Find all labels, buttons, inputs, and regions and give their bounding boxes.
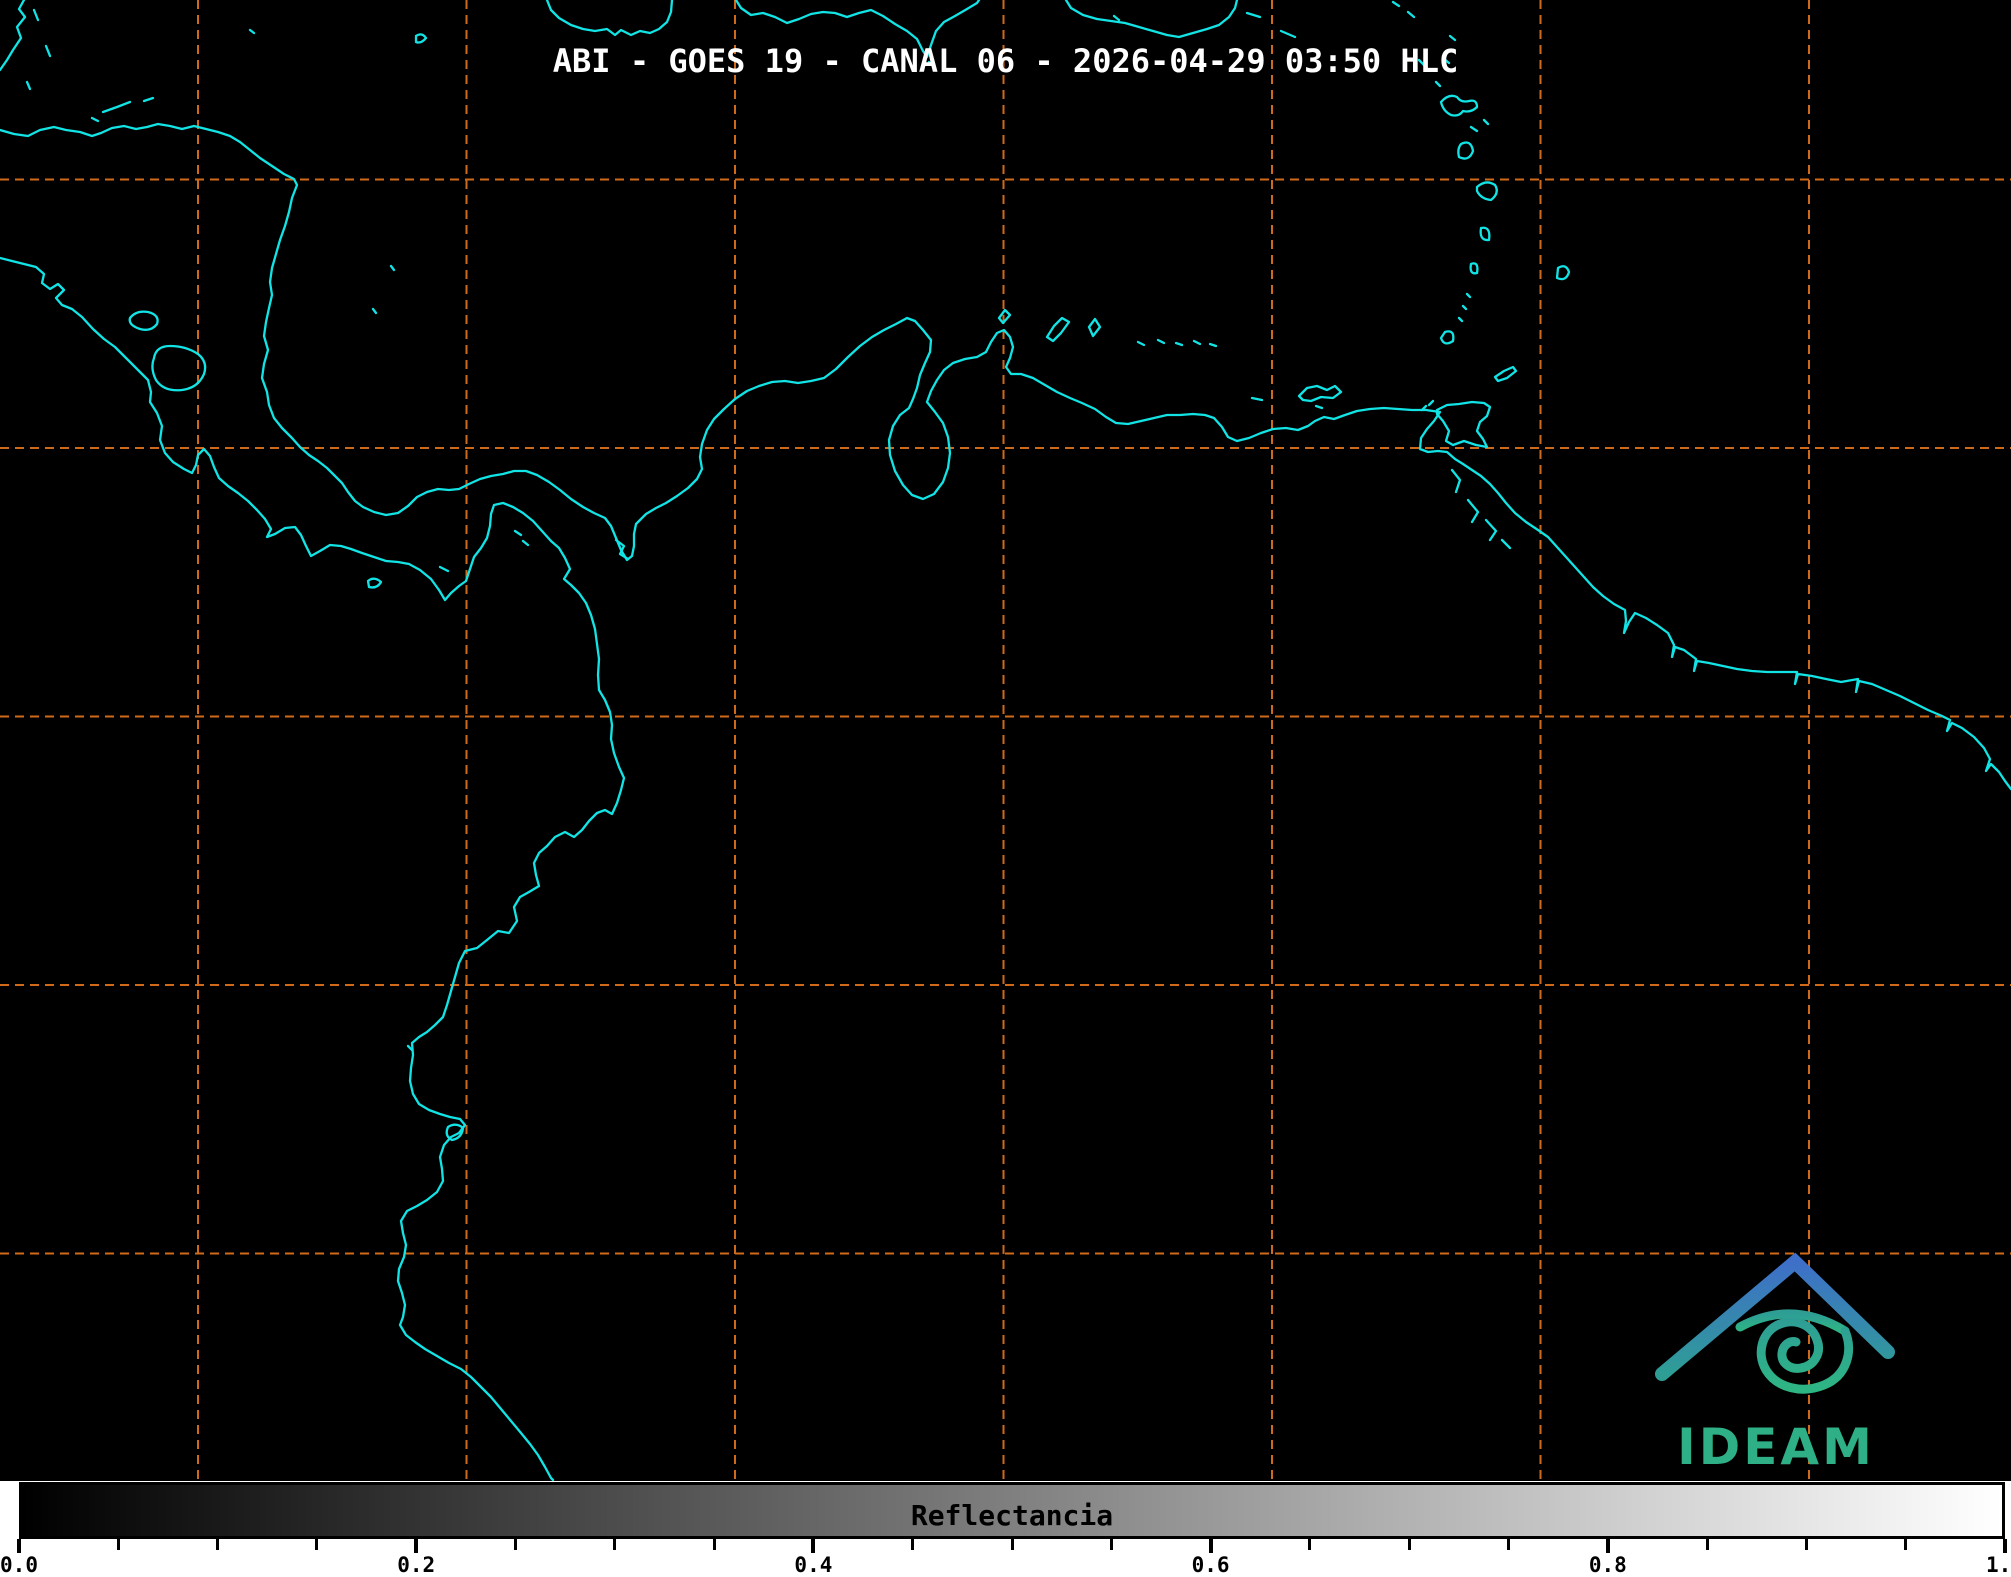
colorbar-label: Reflectancia xyxy=(910,1499,1114,1532)
colorbar-minor-tick xyxy=(1507,1539,1510,1550)
colorbar-zone: Reflectancia 0.0 0.2 0.4 0.6 0.8 1.0 xyxy=(0,1481,2011,1577)
map-area: ABI - GOES 19 - CANAL 06 - 2026-04-29 03… xyxy=(0,0,2011,1481)
coastline-orinoco-delta xyxy=(1450,468,1512,550)
colorbar-major-tick xyxy=(1605,1539,1610,1553)
colorbar-tick-label: 0.2 xyxy=(397,1553,436,1577)
coastline-pacific-coast xyxy=(0,256,626,1481)
colorbar-major-tick xyxy=(17,1539,21,1553)
colorbar-minor-tick xyxy=(712,1539,716,1550)
ideam-logo: IDEAM xyxy=(1655,1252,1895,1475)
colorbar-tick-label: 0.6 xyxy=(1191,1553,1230,1577)
colorbar-major-tick xyxy=(811,1539,816,1553)
satellite-product-figure: ABI - GOES 19 - CANAL 06 - 2026-04-29 03… xyxy=(0,0,2011,1577)
colorbar-major-tick xyxy=(1208,1539,1213,1553)
colorbar-tick-label: 0.8 xyxy=(1588,1553,1627,1577)
coastline-puerto-rico xyxy=(1064,0,1297,39)
colorbar-minor-tick xyxy=(613,1539,617,1550)
coastline-tobago xyxy=(1493,365,1518,383)
colorbar-gradient: Reflectancia xyxy=(19,1482,2005,1539)
coastline-bay-islands xyxy=(90,96,155,123)
coastline-jamaica xyxy=(545,0,674,37)
colorbar-tick-label: 1.0 xyxy=(1986,1553,2011,1577)
colorbar-minor-tick xyxy=(1109,1539,1113,1550)
coastline-venezuela-islands xyxy=(1136,338,1343,410)
colorbar-minor-tick xyxy=(1308,1539,1312,1550)
colorbar-major-tick xyxy=(414,1539,419,1553)
colorbar-minor-tick xyxy=(1407,1539,1411,1550)
colorbar-minor-tick xyxy=(315,1539,319,1550)
coastline-pacific-islets xyxy=(366,529,530,1142)
coastline-nicaragua-lakes xyxy=(128,310,207,392)
logo-wordmark: IDEAM xyxy=(1677,1418,1875,1475)
colorbar-minor-tick xyxy=(1804,1539,1808,1550)
coastline-caribbean-south-america-coast xyxy=(0,122,2011,791)
colorbar-minor-tick xyxy=(216,1539,220,1550)
logo-hurricane-spiral-icon xyxy=(1756,1317,1854,1394)
colorbar-tick-label: 0.4 xyxy=(794,1553,833,1577)
colorbar-minor-tick xyxy=(1705,1539,1709,1550)
colorbar-tick-label: 0.0 xyxy=(0,1553,38,1577)
colorbar-minor-tick xyxy=(1010,1539,1014,1550)
colorbar-minor-tick xyxy=(116,1539,120,1550)
colorbar-minor-tick xyxy=(1904,1539,1908,1550)
colorbar-major-tick xyxy=(2003,1539,2007,1553)
product-title: ABI - GOES 19 - CANAL 06 - 2026-04-29 03… xyxy=(552,42,1459,80)
colorbar-minor-tick xyxy=(911,1539,915,1550)
colorbar-minor-tick xyxy=(514,1539,517,1550)
coastline-abc-islands xyxy=(997,308,1102,343)
